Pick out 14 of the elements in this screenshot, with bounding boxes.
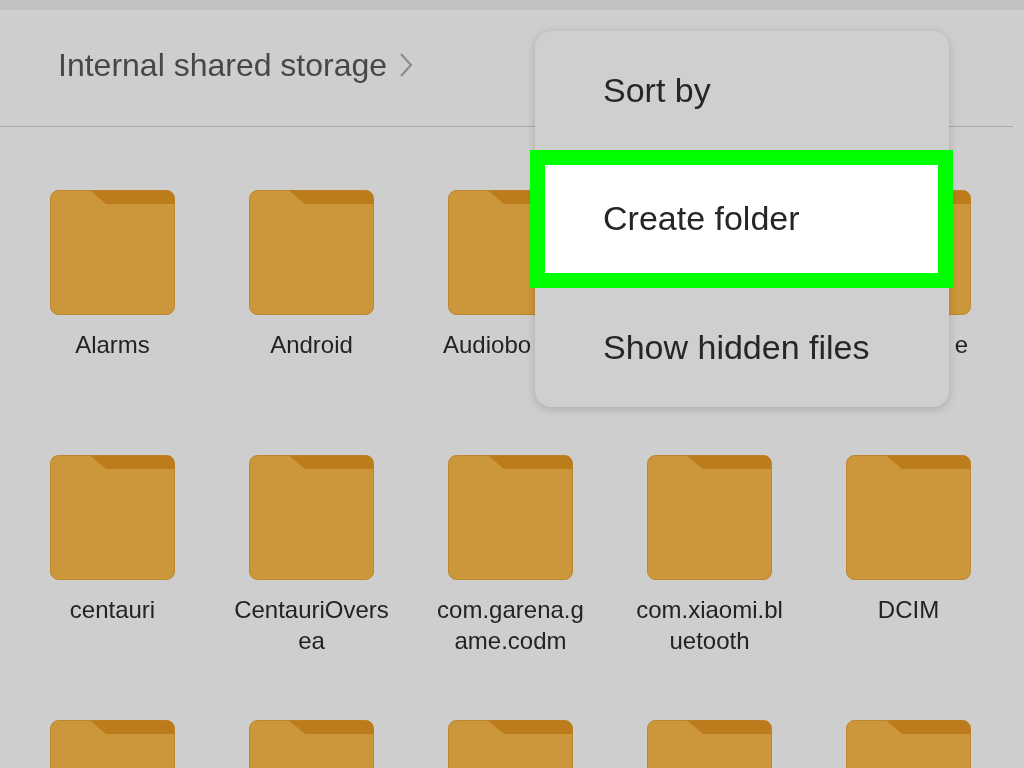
chevron-right-icon (399, 52, 414, 78)
folder-name: DCIM (876, 595, 941, 625)
folder-name: CentauriOversea (233, 595, 390, 656)
folder-name: Alarms (74, 330, 151, 360)
folder-name: centauri (68, 595, 157, 625)
folder-name: Audiobo (443, 330, 532, 360)
folder-name: e (954, 330, 968, 360)
menu-item[interactable]: Create folder (530, 150, 953, 288)
menu-item[interactable]: Show hidden files (535, 287, 949, 407)
menu-item[interactable]: Sort by (535, 31, 949, 151)
breadcrumb-path[interactable]: Internal shared storage (58, 46, 388, 84)
folder-name: com.xiaomi.bluetooth (635, 595, 784, 656)
folder-name: Android (269, 330, 354, 360)
folder-name: com.garena.game.codm (436, 595, 585, 656)
